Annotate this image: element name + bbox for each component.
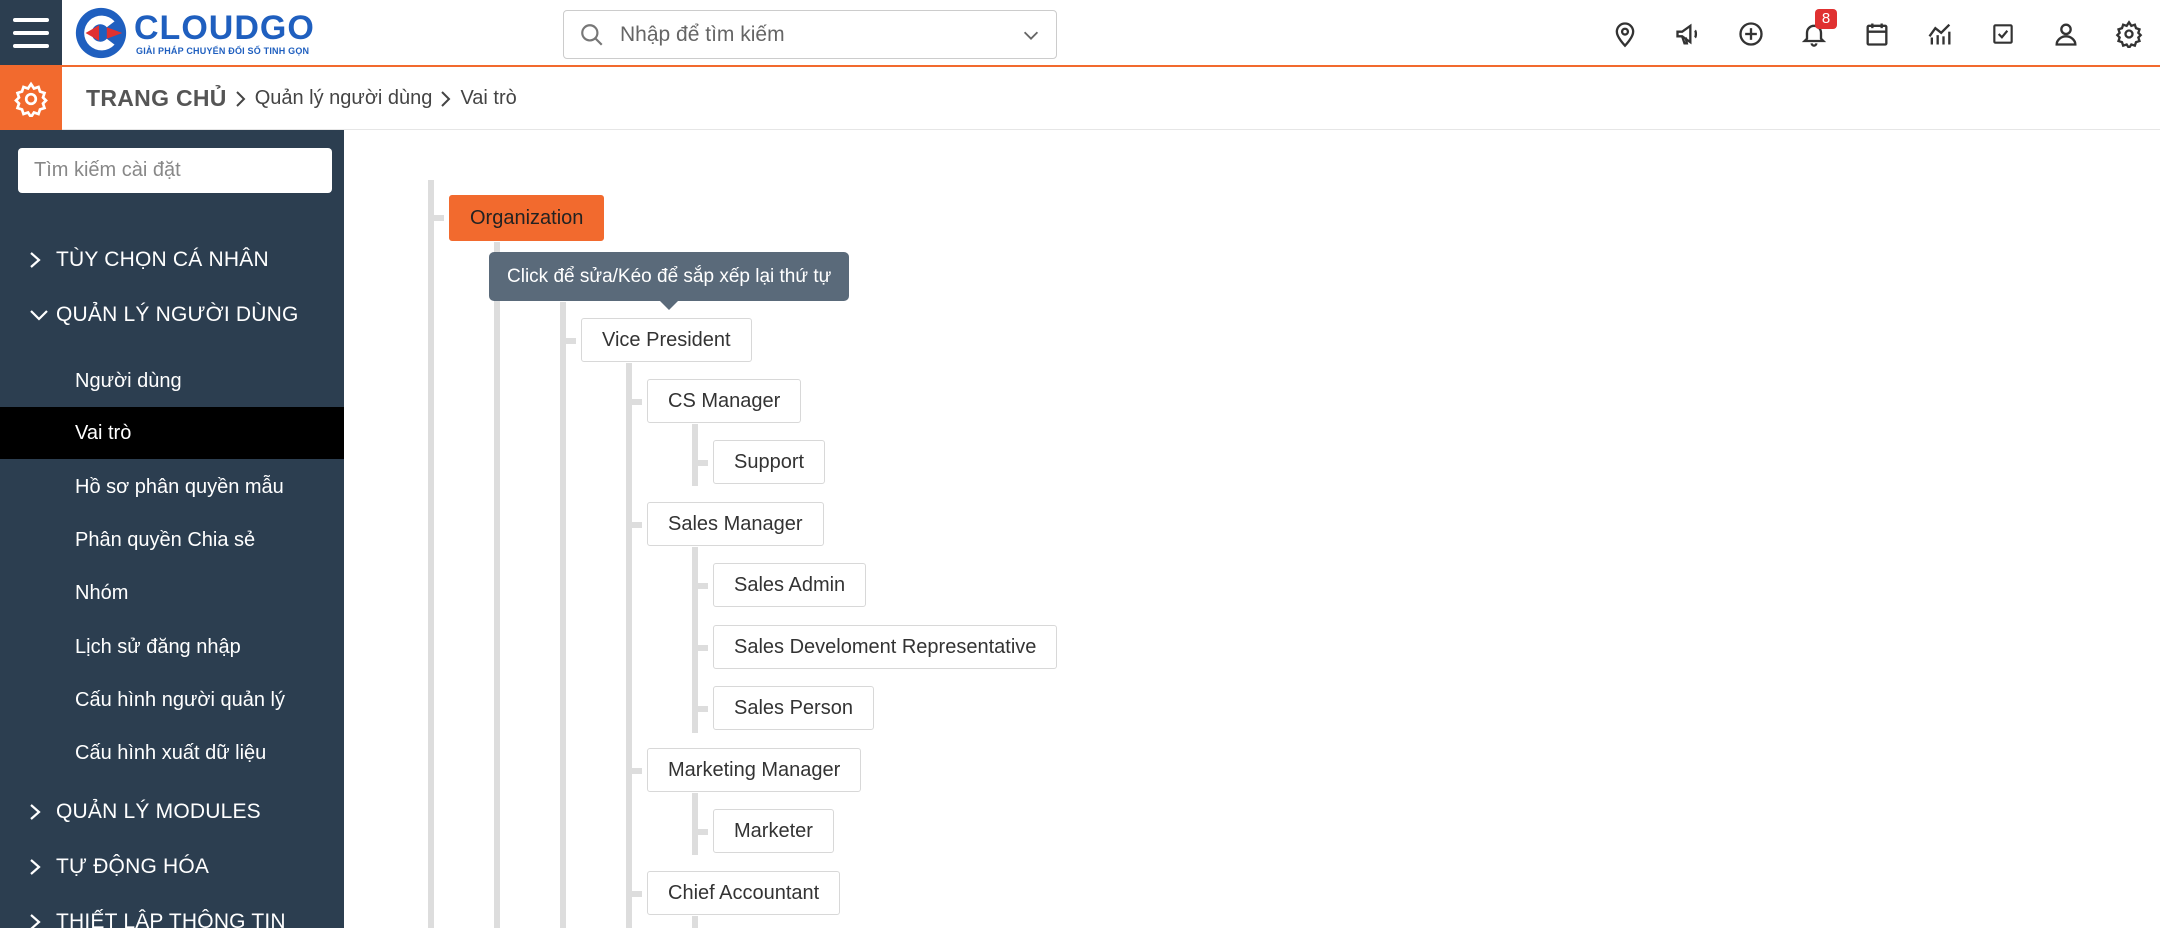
breadcrumb-roles: Vai trò [460,87,517,109]
top-header: CLOUDGO GIẢI PHÁP CHUYỂN ĐỔI SỐ TINH GỌN… [0,0,2160,67]
tree-connector [560,302,566,928]
tree-connector [692,829,708,835]
sidebar-item-roles[interactable]: Vai trò [0,407,344,459]
settings-search-input[interactable] [18,148,332,193]
tree-connector [692,793,698,855]
global-search[interactable] [563,10,1057,59]
tree-connector [626,399,642,405]
section-label: TÙY CHỌN CÁ NHÂN [56,248,269,271]
role-node-marketer[interactable]: Marketer [713,809,834,853]
tree-connector [626,768,642,774]
section-personal-options[interactable]: TÙY CHỌN CÁ NHÂN [28,248,269,272]
user-icon[interactable] [2034,8,2097,60]
role-node-vice-president[interactable]: Vice President [581,318,752,362]
breadcrumb-bar: TRANG CHỦ Quản lý người dùng Vai trò [0,67,2160,130]
role-node-chief-accountant[interactable]: Chief Accountant [647,871,841,915]
section-label: TỰ ĐỘNG HÓA [56,855,210,878]
calendar-icon[interactable] [1845,8,1908,60]
chevron-right-icon [28,250,50,270]
chevron-right-icon [28,912,50,928]
tree-connector [692,424,698,486]
tree-connector [692,460,708,466]
breadcrumb-user-management[interactable]: Quản lý người dùng [255,87,433,110]
sidebar-item-export-config[interactable]: Cấu hình xuất dữ liệu [0,727,344,779]
tree-connector [692,583,708,589]
role-node-sales-person[interactable]: Sales Person [713,686,874,730]
menu-toggle-icon[interactable] [0,0,62,65]
role-node-sales-admin[interactable]: Sales Admin [713,563,867,607]
section-label: QUẢN LÝ MODULES [56,800,261,823]
tree-connector [626,891,642,897]
sidebar-item-sharing[interactable]: Phân quyền Chia sẻ [0,514,344,566]
location-icon[interactable] [1593,8,1656,60]
section-label: QUẢN LÝ NGƯỜI DÙNG [56,303,299,326]
notification-badge: 8 [1815,9,1837,29]
chevron-down-icon [28,308,50,322]
tree-connector [494,242,500,928]
settings-sidebar: TÙY CHỌN CÁ NHÂN QUẢN LÝ NGƯỜI DÙNG Ngườ… [0,130,344,928]
section-info-setup[interactable]: THIẾT LẬP THÔNG TIN [28,910,286,928]
role-node-support[interactable]: Support [713,440,826,484]
role-tree-area: Organization Click để sửa/Kéo để sắp xếp… [344,130,2160,928]
global-search-input[interactable] [620,22,1006,47]
settings-gear-icon[interactable] [0,67,62,130]
cloudgo-logo-icon [75,7,127,59]
sidebar-item-login-history[interactable]: Lịch sử đăng nhập [0,621,344,673]
sidebar-item-manager-config[interactable]: Cấu hình người quản lý [0,674,344,726]
bell-icon[interactable]: 8 [1782,8,1845,60]
chevron-right-icon [28,802,50,822]
app-logo[interactable]: CLOUDGO GIẢI PHÁP CHUYỂN ĐỔI SỐ TINH GỌN [72,4,315,62]
header-actions: 8 [1593,8,2160,60]
sidebar-item-groups[interactable]: Nhóm [0,567,344,619]
sidebar-item-users[interactable]: Người dùng [0,355,344,407]
settings-icon[interactable] [2097,8,2160,60]
section-label: THIẾT LẬP THÔNG TIN [56,910,286,928]
role-node-marketing-manager[interactable]: Marketing Manager [647,748,862,792]
chevron-down-icon[interactable] [1006,24,1056,46]
role-node-sales-development-rep[interactable]: Sales Develoment Representative [713,625,1058,669]
role-node-sales-manager[interactable]: Sales Manager [647,502,824,546]
section-user-management[interactable]: QUẢN LÝ NGƯỜI DÙNG [28,303,299,327]
tree-connector [626,522,642,528]
tree-tooltip: Click để sửa/Kéo để sắp xếp lại thứ tự [489,252,850,310]
chevron-right-icon [233,90,247,108]
tree-connector [692,916,698,928]
breadcrumb: TRANG CHỦ Quản lý người dùng Vai trò [86,67,517,130]
tree-connector [428,215,444,221]
role-node-organization[interactable]: Organization [449,195,605,241]
megaphone-icon[interactable] [1656,8,1719,60]
add-circle-icon[interactable] [1719,8,1782,60]
tree-connector [692,706,708,712]
logo-name: CLOUDGO [134,9,315,47]
chevron-right-icon [438,90,452,108]
breadcrumb-home[interactable]: TRANG CHỦ [86,85,227,112]
task-check-icon[interactable] [1971,8,2034,60]
sidebar-item-profiles[interactable]: Hồ sơ phân quyền mẫu [0,461,344,513]
tree-connector [560,338,576,344]
logo-tagline: GIẢI PHÁP CHUYỂN ĐỔI SỐ TINH GỌN [136,46,310,56]
section-automation[interactable]: TỰ ĐỘNG HÓA [28,855,209,879]
tree-connector [626,363,632,928]
search-icon [564,22,620,48]
report-icon[interactable] [1908,8,1971,60]
tree-connector [692,645,708,651]
tree-connector [428,180,434,928]
role-node-cs-manager[interactable]: CS Manager [647,379,802,423]
section-module-management[interactable]: QUẢN LÝ MODULES [28,800,261,824]
chevron-right-icon [28,857,50,877]
